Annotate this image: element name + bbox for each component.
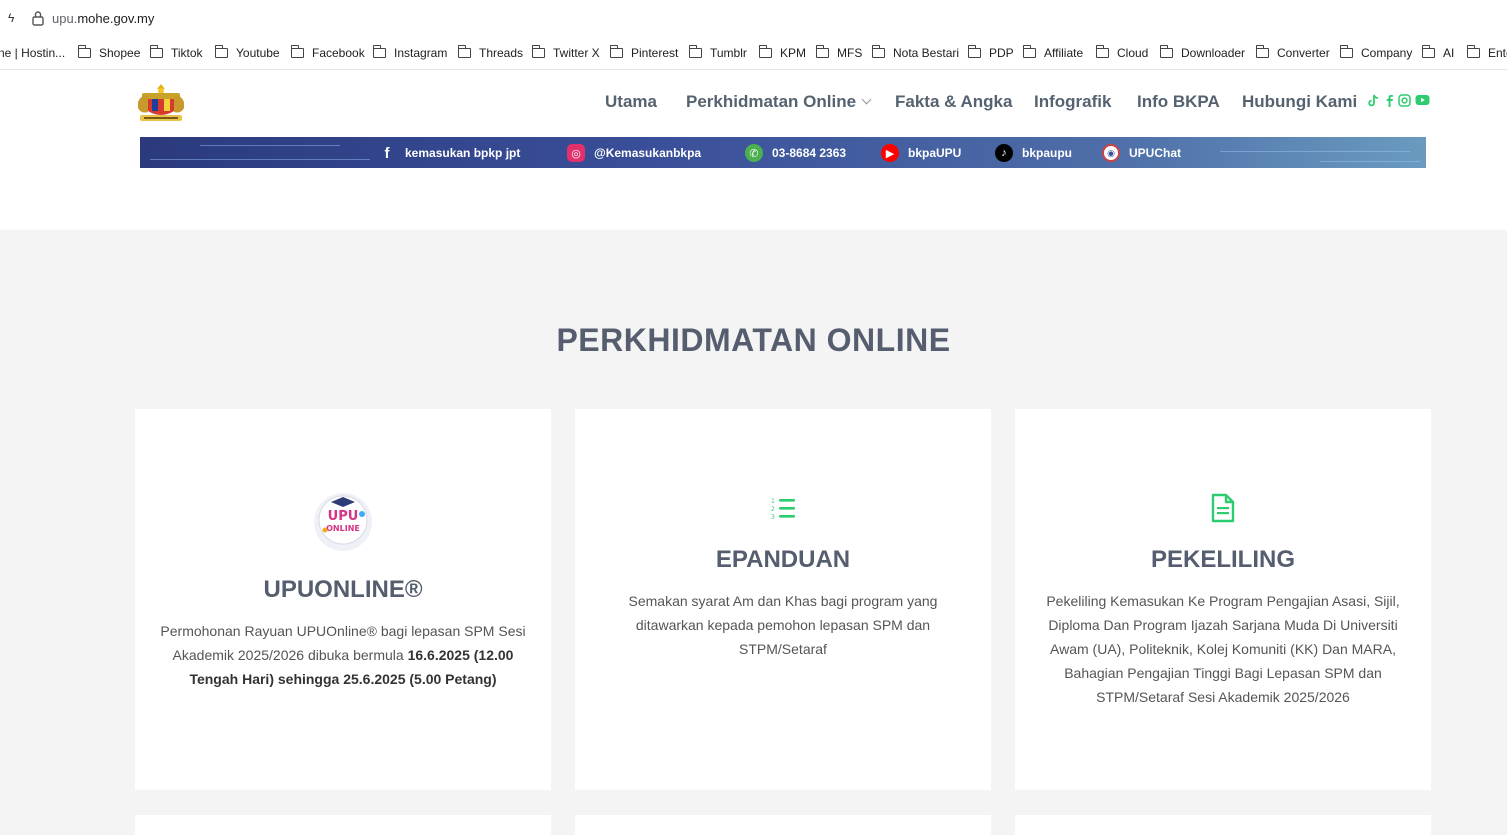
- youtube-icon[interactable]: [1415, 94, 1430, 106]
- bookmark-ente[interactable]: Ente: [1466, 45, 1507, 60]
- chat-icon: ◉: [1102, 144, 1120, 162]
- svg-text:3: 3: [771, 514, 775, 520]
- bookmark-shopee[interactable]: Shopee: [77, 45, 140, 60]
- numbered-list-icon[interactable]: 1 2 3: [770, 496, 796, 520]
- card-title[interactable]: PEKELILING: [1015, 546, 1431, 574]
- logo-text-online: ONLINE: [326, 524, 360, 533]
- folder-icon: [149, 45, 163, 58]
- banner-phone[interactable]: ✆ 03-8684 2363: [745, 144, 846, 162]
- lock-icon[interactable]: [32, 10, 44, 26]
- bookmark-twitter-x[interactable]: Twitter X: [531, 45, 600, 60]
- bookmark-tiktok[interactable]: Tiktok: [149, 45, 203, 60]
- folder-icon: [531, 45, 545, 58]
- card-row2-3: [1015, 815, 1431, 835]
- bookmark-affiliate[interactable]: Affiliate: [1022, 45, 1083, 60]
- card-row2-2: [575, 815, 991, 835]
- nav-hubungi-kami[interactable]: Hubungi Kami: [1242, 92, 1357, 112]
- nav-infografik[interactable]: Infografik: [1034, 92, 1111, 112]
- card-pekeliling[interactable]: PEKELILING Pekeliling Kemasukan Ke Progr…: [1015, 409, 1431, 790]
- folder-icon: [688, 45, 702, 58]
- bookmarks-bar: ne | Hostin... Shopee Tiktok Youtube Fac…: [0, 38, 1507, 70]
- folder-icon: [457, 45, 471, 58]
- facebook-icon[interactable]: [1384, 94, 1394, 108]
- url-text[interactable]: upu.mohe.gov.my: [52, 11, 154, 26]
- card-description: Semakan syarat Am dan Khas bagi program …: [628, 593, 938, 657]
- banner-instagram[interactable]: ◎ @Kemasukanbkpa: [567, 144, 701, 162]
- bookmark-pinterest[interactable]: Pinterest: [609, 45, 678, 60]
- card-upuonline[interactable]: UPU ONLINE UPUONLINE® Permohonan Rayuan …: [135, 409, 551, 790]
- svg-text:1: 1: [771, 498, 775, 505]
- document-icon[interactable]: [1211, 493, 1235, 523]
- bookmark-downloader[interactable]: Downloader: [1159, 45, 1245, 60]
- folder-icon: [214, 45, 228, 58]
- folder-icon: [815, 45, 829, 58]
- section-title: PERKHIDMATAN ONLINE: [556, 322, 951, 358]
- banner-youtube[interactable]: ▶ bkpaUPU: [881, 144, 961, 162]
- logo-text-upu: UPU: [328, 509, 359, 524]
- folder-icon: [77, 45, 91, 58]
- bookmark-facebook[interactable]: Facebook: [290, 45, 365, 60]
- folder-icon: [1255, 45, 1269, 58]
- banner-facebook[interactable]: f kemasukan bpkp jpt: [378, 144, 521, 162]
- card-description: Permohonan Rayuan UPUOnline® bagi lepasa…: [160, 623, 526, 687]
- nav-utama[interactable]: Utama: [605, 92, 657, 112]
- youtube-icon: ▶: [881, 144, 899, 162]
- nav-perkhidmatan-online[interactable]: Perkhidmatan Online: [686, 92, 872, 112]
- site-header: Utama Perkhidmatan Online Fakta & Angka …: [0, 70, 1507, 137]
- folder-icon: [290, 45, 304, 58]
- phone-icon: ✆: [745, 144, 763, 162]
- svg-text:2: 2: [771, 506, 775, 513]
- folder-icon: [609, 45, 623, 58]
- folder-icon: [1339, 45, 1353, 58]
- upuonline-logo[interactable]: UPU ONLINE: [313, 492, 373, 552]
- bookmark-mfs[interactable]: MFS: [815, 45, 862, 60]
- browser-address-bar[interactable]: ϟ upu.mohe.gov.my: [0, 0, 1507, 38]
- bookmark-tumblr[interactable]: Tumblr: [688, 45, 747, 60]
- instagram-icon: ◎: [567, 144, 585, 162]
- card-epanduan[interactable]: 1 2 3 EPANDUAN Semakan syarat Am dan Kha…: [575, 409, 991, 790]
- contact-banner: f kemasukan bpkp jpt ◎ @Kemasukanbkpa ✆ 03-…: [140, 137, 1426, 168]
- bookmark-hosting[interactable]: ne | Hostin...: [0, 46, 65, 60]
- banner-tiktok[interactable]: ♪ bkpaupu: [995, 144, 1072, 162]
- folder-icon: [1022, 45, 1036, 58]
- folder-icon: [758, 45, 772, 58]
- bookmark-threads[interactable]: Threads: [457, 45, 523, 60]
- bookmark-converter[interactable]: Converter: [1255, 45, 1330, 60]
- site-info-icon[interactable]: ϟ: [8, 11, 14, 25]
- bookmark-instagram[interactable]: Instagram: [372, 45, 447, 60]
- services-section: PERKHIDMATAN ONLINE UPU ONLINE UPUONLINE…: [0, 230, 1507, 835]
- nav-info-bkpa[interactable]: Info BKPA: [1137, 92, 1220, 112]
- social-links: [1368, 94, 1430, 108]
- bookmark-kpm[interactable]: KPM: [758, 45, 806, 60]
- bookmark-youtube[interactable]: Youtube: [214, 45, 280, 60]
- nav-fakta-angka[interactable]: Fakta & Angka: [895, 92, 1012, 112]
- card-title[interactable]: EPANDUAN: [575, 546, 991, 574]
- card-row2-1: [135, 815, 551, 835]
- bookmark-pdp[interactable]: PDP: [967, 45, 1014, 60]
- bookmark-ai[interactable]: AI: [1421, 45, 1454, 60]
- upuonline-logo-wrap: UPU ONLINE: [135, 492, 551, 552]
- facebook-icon: f: [384, 144, 390, 162]
- folder-icon: [1466, 45, 1480, 58]
- pekeliling-icon-wrap: [1015, 493, 1431, 523]
- folder-icon: [871, 45, 885, 58]
- folder-icon: [1421, 45, 1435, 58]
- tiktok-icon: ♪: [995, 144, 1013, 162]
- bookmark-nota-bestari[interactable]: Nota Bestari: [871, 45, 959, 60]
- banner-upuchat[interactable]: ◉ UPUChat: [1102, 144, 1181, 162]
- chevron-down-icon: [861, 94, 872, 105]
- card-description: Pekeliling Kemasukan Ke Program Pengajia…: [1046, 593, 1400, 705]
- bookmark-cloud[interactable]: Cloud: [1095, 45, 1148, 60]
- folder-icon: [967, 45, 981, 58]
- coat-of-arms-logo[interactable]: [134, 82, 188, 124]
- bookmark-company[interactable]: Company: [1339, 45, 1412, 60]
- epanduan-icon-wrap: 1 2 3: [575, 496, 991, 520]
- contact-banner-area: f kemasukan bpkp jpt ◎ @Kemasukanbkpa ✆ 03-…: [0, 137, 1507, 230]
- instagram-icon[interactable]: [1398, 94, 1411, 107]
- folder-icon: [372, 45, 386, 58]
- folder-icon: [1095, 45, 1109, 58]
- tiktok-icon[interactable]: [1368, 94, 1380, 108]
- card-title[interactable]: UPUONLINE®: [135, 576, 551, 604]
- folder-icon: [1159, 45, 1173, 58]
